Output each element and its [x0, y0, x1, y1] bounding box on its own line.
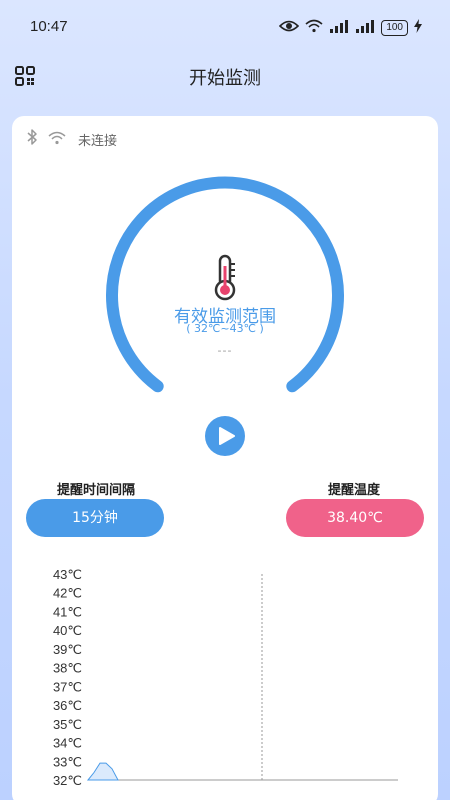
- range-subtitle: ( 32℃~43℃ ): [186, 322, 264, 335]
- status-bar: 10:47 100: [0, 0, 450, 56]
- y-tick-label: 43℃: [53, 567, 82, 582]
- y-tick-label: 33℃: [53, 754, 82, 769]
- start-monitor-button[interactable]: [205, 416, 245, 456]
- play-icon: [219, 427, 235, 445]
- eye-icon: [279, 18, 300, 37]
- app-header: 开始监测: [0, 56, 450, 96]
- y-tick-label: 39℃: [53, 642, 82, 657]
- y-tick-label: 36℃: [53, 698, 82, 713]
- status-time: 10:47: [30, 18, 68, 35]
- monitor-card: 未连接 有效监测范围 ( 32℃~43℃ ) --- 提醒时间间隔 提醒温度 1…: [12, 116, 438, 800]
- y-tick-label: 32℃: [53, 773, 82, 788]
- temperature-label: 提醒温度: [328, 483, 381, 498]
- status-icons: 100: [279, 18, 422, 37]
- temperature-area: [86, 762, 119, 781]
- interval-label: 提醒时间间隔: [57, 483, 136, 498]
- y-tick-label: 38℃: [53, 661, 82, 676]
- signal-icon: [329, 18, 349, 37]
- page-title: 开始监测: [189, 68, 261, 89]
- battery-icon: 100: [381, 19, 408, 36]
- signal-icon: [355, 18, 375, 37]
- y-tick-label: 41℃: [53, 604, 82, 619]
- thermometer-icon: [211, 254, 239, 306]
- y-tick-label: 40℃: [53, 623, 82, 638]
- y-tick-label: 42℃: [53, 586, 82, 601]
- wifi-icon: [305, 18, 323, 37]
- y-tick-label: 34℃: [53, 736, 82, 751]
- charging-icon: [414, 18, 422, 37]
- interval-button[interactable]: 15分钟: [26, 499, 164, 537]
- temperature-reading: ---: [217, 344, 233, 357]
- y-tick-label: 37℃: [53, 679, 82, 694]
- temperature-button[interactable]: 38.40℃: [286, 499, 424, 537]
- temperature-chart: 43℃ 42℃ 41℃ 40℃ 39℃ 38℃ 37℃ 36℃ 35℃ 34℃ 33℃ 32℃: [53, 567, 398, 788]
- y-tick-label: 35℃: [53, 717, 82, 732]
